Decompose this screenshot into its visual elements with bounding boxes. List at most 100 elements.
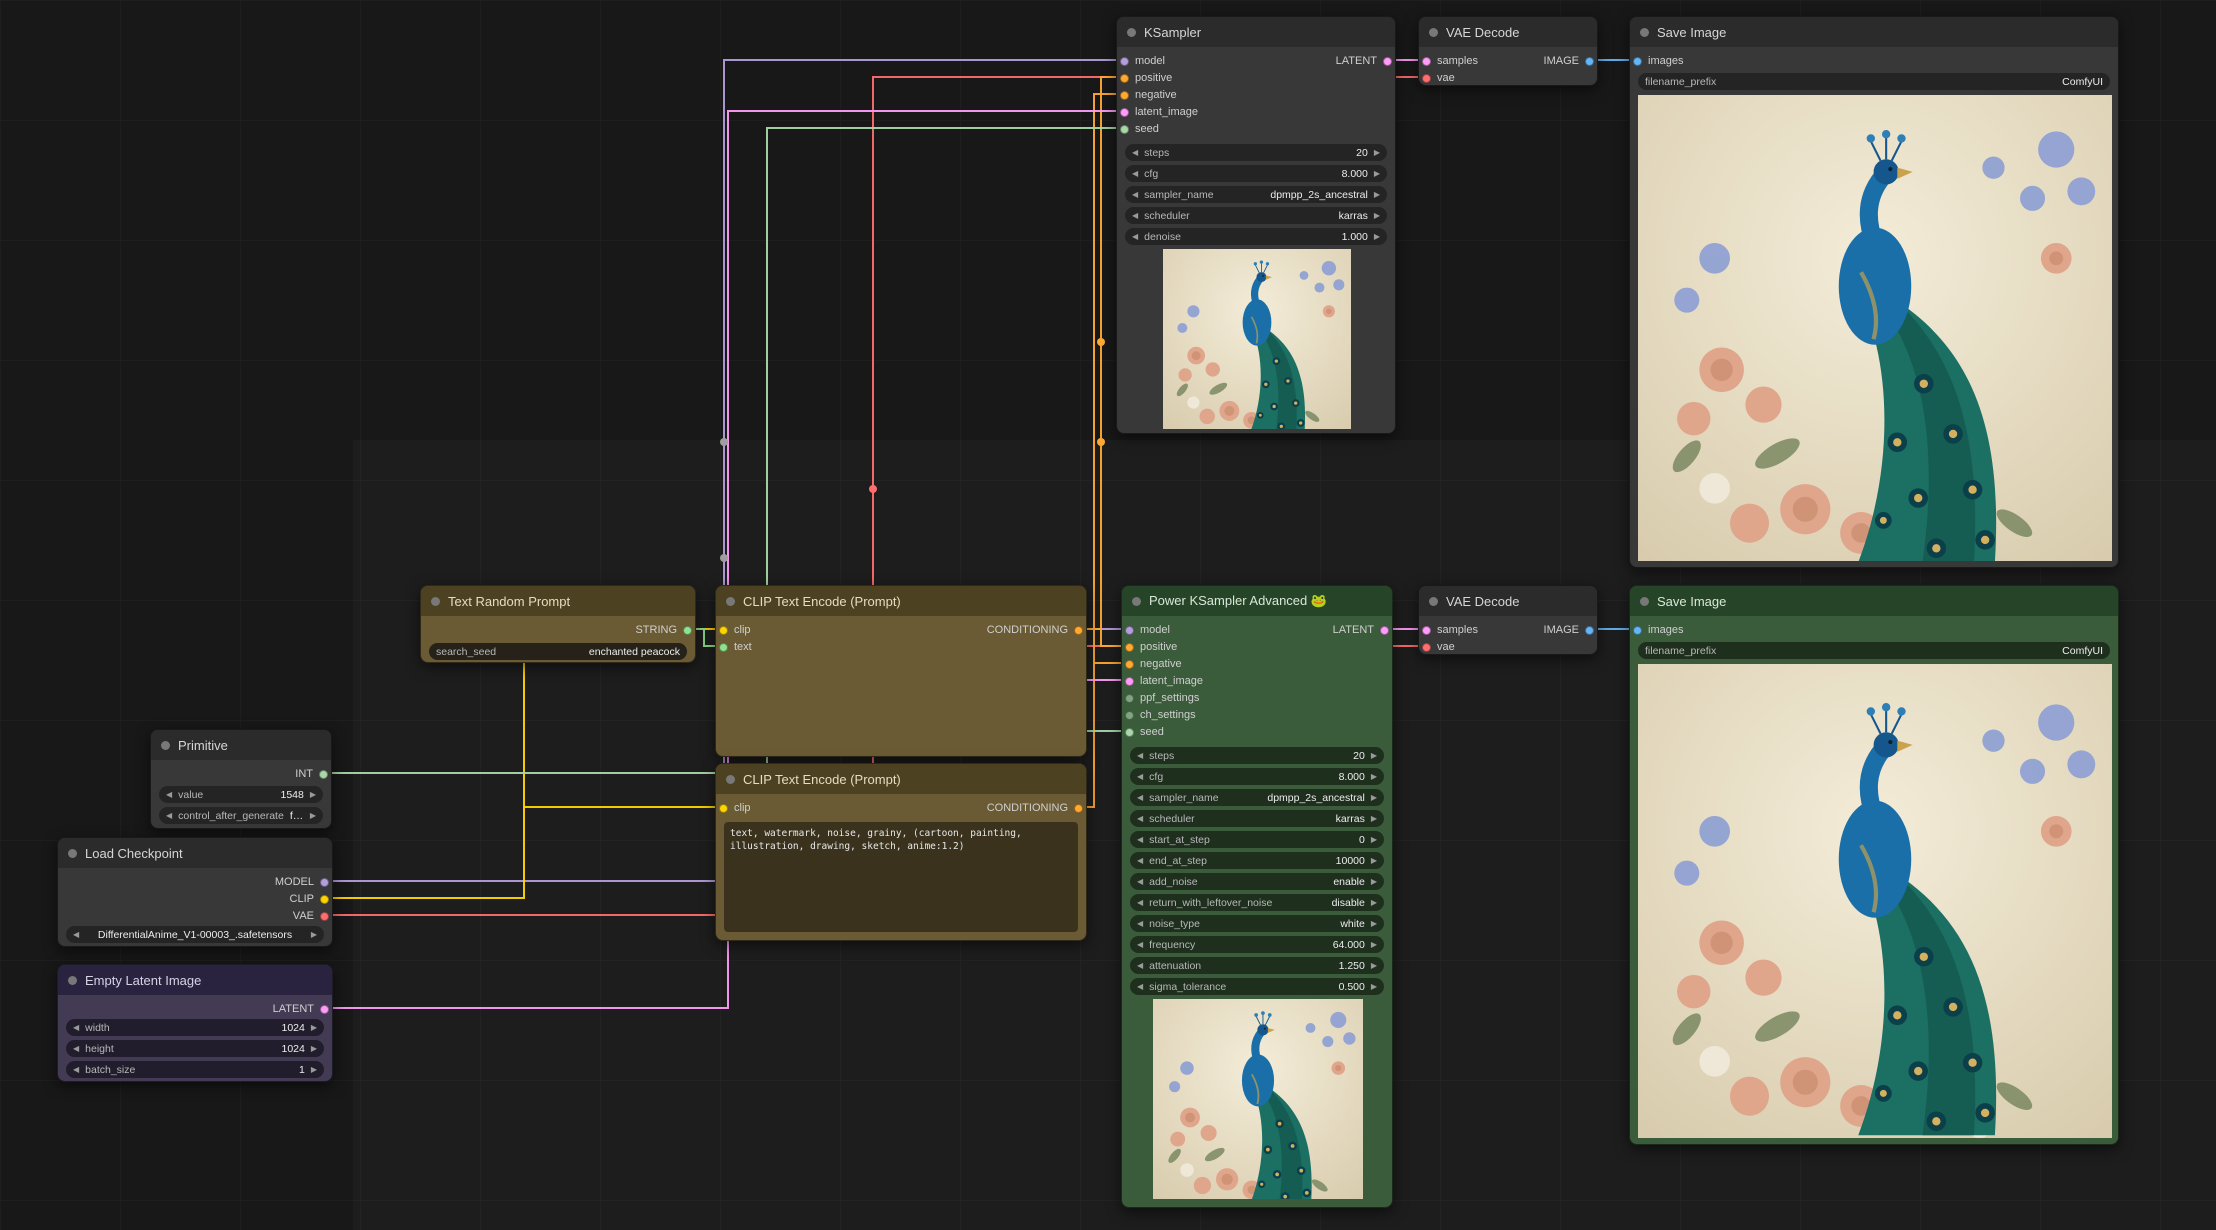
stepper-right-icon[interactable]: ▶ [1371, 941, 1377, 949]
stepper-right-icon[interactable]: ▶ [1371, 857, 1377, 865]
stepper-left-icon[interactable]: ◀ [1132, 149, 1138, 157]
slot-dot[interactable] [1125, 626, 1134, 635]
slot-dot[interactable] [1422, 643, 1431, 652]
slot-dot[interactable] [1422, 626, 1431, 635]
stepper-right-icon[interactable]: ▶ [1374, 149, 1380, 157]
widget-sampler-name[interactable]: ◀ sampler_name dpmpp_2s_ancestral ▶ [1125, 186, 1387, 203]
stepper-left-icon[interactable]: ◀ [73, 1024, 79, 1032]
widget-filename-prefix[interactable]: filename_prefix ComfyUI [1638, 642, 2110, 659]
widget-end-at-step[interactable]: ◀ end_at_step 10000 ▶ [1130, 852, 1384, 869]
stepper-left-icon[interactable]: ◀ [73, 1045, 79, 1053]
widget-steps[interactable]: ◀ steps 20 ▶ [1130, 747, 1384, 764]
output-slot-latent[interactable]: LATENT [1336, 53, 1392, 69]
stepper-left-icon[interactable]: ◀ [1137, 815, 1143, 823]
slot-dot[interactable] [1120, 108, 1129, 117]
stepper-right-icon[interactable]: ▶ [310, 791, 316, 799]
stepper-left-icon[interactable]: ◀ [1132, 212, 1138, 220]
slot-dot[interactable] [683, 626, 692, 635]
slot-dot[interactable] [1422, 57, 1431, 66]
slot-dot[interactable] [1074, 804, 1083, 813]
output-slot-image[interactable]: IMAGE [1544, 622, 1594, 638]
node-header[interactable]: VAE Decode [1419, 17, 1597, 47]
input-slot-images[interactable]: images [1633, 622, 1683, 638]
slot-dot[interactable] [320, 895, 329, 904]
input-slot-ppf-settings[interactable]: ppf_settings [1125, 690, 1199, 706]
slot-dot[interactable] [1120, 125, 1129, 134]
slot-dot[interactable] [1125, 711, 1134, 720]
node-save-image-top[interactable]: Save Image images filename_prefix ComfyU… [1629, 16, 2119, 568]
stepper-right-icon[interactable]: ▶ [1371, 983, 1377, 991]
node-header[interactable]: Primitive [151, 730, 331, 760]
output-slot-clip[interactable]: CLIP [290, 891, 329, 907]
input-slot-positive[interactable]: positive [1125, 639, 1177, 655]
widget-add-noise[interactable]: ◀ add_noise enable ▶ [1130, 873, 1384, 890]
stepper-left-icon[interactable]: ◀ [166, 812, 172, 820]
slot-dot[interactable] [320, 1005, 329, 1014]
output-slot-conditioning[interactable]: CONDITIONING [987, 622, 1083, 638]
widget-frequency[interactable]: ◀ frequency 64.000 ▶ [1130, 936, 1384, 953]
widget-denoise[interactable]: ◀ denoise 1.000 ▶ [1125, 228, 1387, 245]
output-slot-int[interactable]: INT [295, 766, 328, 782]
widget-sigma-tolerance[interactable]: ◀ sigma_tolerance 0.500 ▶ [1130, 978, 1384, 995]
slot-dot[interactable] [1125, 694, 1134, 703]
widget-noise-type[interactable]: ◀ noise_type white ▶ [1130, 915, 1384, 932]
slot-dot[interactable] [719, 626, 728, 635]
widget-value[interactable]: ◀ value 1548 ▶ [159, 786, 323, 803]
stepper-right-icon[interactable]: ▶ [311, 931, 317, 939]
node-header[interactable]: Load Checkpoint [58, 838, 332, 868]
widget-width[interactable]: ◀ width 1024 ▶ [66, 1019, 324, 1036]
stepper-right-icon[interactable]: ▶ [310, 812, 316, 820]
stepper-left-icon[interactable]: ◀ [1137, 752, 1143, 760]
slot-dot[interactable] [719, 804, 728, 813]
node-power-ksampler-advanced[interactable]: Power KSampler Advanced 🐸 model positive… [1121, 585, 1393, 1208]
stepper-right-icon[interactable]: ▶ [1374, 170, 1380, 178]
output-slot-image[interactable]: IMAGE [1544, 53, 1594, 69]
stepper-right-icon[interactable]: ▶ [1371, 899, 1377, 907]
widget-start-at-step[interactable]: ◀ start_at_step 0 ▶ [1130, 831, 1384, 848]
node-vae-decode-top[interactable]: VAE Decode samples vae IMAGE [1418, 16, 1598, 86]
output-slot-conditioning[interactable]: CONDITIONING [987, 800, 1083, 816]
node-save-image-bottom[interactable]: Save Image images filename_prefix ComfyU… [1629, 585, 2119, 1145]
widget-sampler-name[interactable]: ◀ sampler_name dpmpp_2s_ancestral ▶ [1130, 789, 1384, 806]
input-slot-latent-image[interactable]: latent_image [1125, 673, 1203, 689]
stepper-left-icon[interactable]: ◀ [166, 791, 172, 799]
widget-filename-prefix[interactable]: filename_prefix ComfyUI [1638, 73, 2110, 90]
stepper-left-icon[interactable]: ◀ [1137, 920, 1143, 928]
widget-ckpt-name[interactable]: ◀ DifferentialAnime_V1-00003_.safetensor… [66, 926, 324, 943]
node-header[interactable]: VAE Decode [1419, 586, 1597, 616]
input-slot-vae[interactable]: vae [1422, 70, 1455, 86]
stepper-right-icon[interactable]: ▶ [1371, 920, 1377, 928]
node-header[interactable]: Save Image [1630, 586, 2118, 616]
slot-dot[interactable] [1383, 57, 1392, 66]
stepper-left-icon[interactable]: ◀ [1137, 899, 1143, 907]
stepper-right-icon[interactable]: ▶ [1374, 191, 1380, 199]
widget-return-with-leftover-noise[interactable]: ◀ return_with_leftover_noise disable ▶ [1130, 894, 1384, 911]
widget-control-after-generate[interactable]: ◀ control_after_generate fixed ▶ [159, 807, 323, 824]
stepper-left-icon[interactable]: ◀ [1137, 983, 1143, 991]
node-clip-text-encode-negative[interactable]: CLIP Text Encode (Prompt) clip CONDITION… [715, 763, 1087, 941]
stepper-left-icon[interactable]: ◀ [1137, 878, 1143, 886]
input-slot-vae[interactable]: vae [1422, 639, 1455, 655]
stepper-right-icon[interactable]: ▶ [1374, 212, 1380, 220]
stepper-right-icon[interactable]: ▶ [1371, 962, 1377, 970]
stepper-left-icon[interactable]: ◀ [1132, 233, 1138, 241]
widget-batch-size[interactable]: ◀ batch_size 1 ▶ [66, 1061, 324, 1078]
input-slot-negative[interactable]: negative [1125, 656, 1182, 672]
node-header[interactable]: Empty Latent Image [58, 965, 332, 995]
slot-dot[interactable] [1585, 57, 1594, 66]
slot-dot[interactable] [1074, 626, 1083, 635]
output-slot-latent[interactable]: LATENT [273, 1001, 329, 1017]
widget-cfg[interactable]: ◀ cfg 8.000 ▶ [1130, 768, 1384, 785]
stepper-left-icon[interactable]: ◀ [1132, 170, 1138, 178]
widget-steps[interactable]: ◀ steps 20 ▶ [1125, 144, 1387, 161]
stepper-left-icon[interactable]: ◀ [1137, 794, 1143, 802]
prompt-textarea[interactable]: text, watermark, noise, grainy, (cartoon… [724, 822, 1078, 932]
node-header[interactable]: Text Random Prompt [421, 586, 695, 616]
stepper-right-icon[interactable]: ▶ [1374, 233, 1380, 241]
stepper-right-icon[interactable]: ▶ [1371, 752, 1377, 760]
slot-dot[interactable] [1120, 91, 1129, 100]
node-header[interactable]: CLIP Text Encode (Prompt) [716, 764, 1086, 794]
stepper-right-icon[interactable]: ▶ [311, 1045, 317, 1053]
output-slot-model[interactable]: MODEL [275, 874, 329, 890]
node-load-checkpoint[interactable]: Load Checkpoint MODEL CLIP VAE ◀ Differe… [57, 837, 333, 947]
